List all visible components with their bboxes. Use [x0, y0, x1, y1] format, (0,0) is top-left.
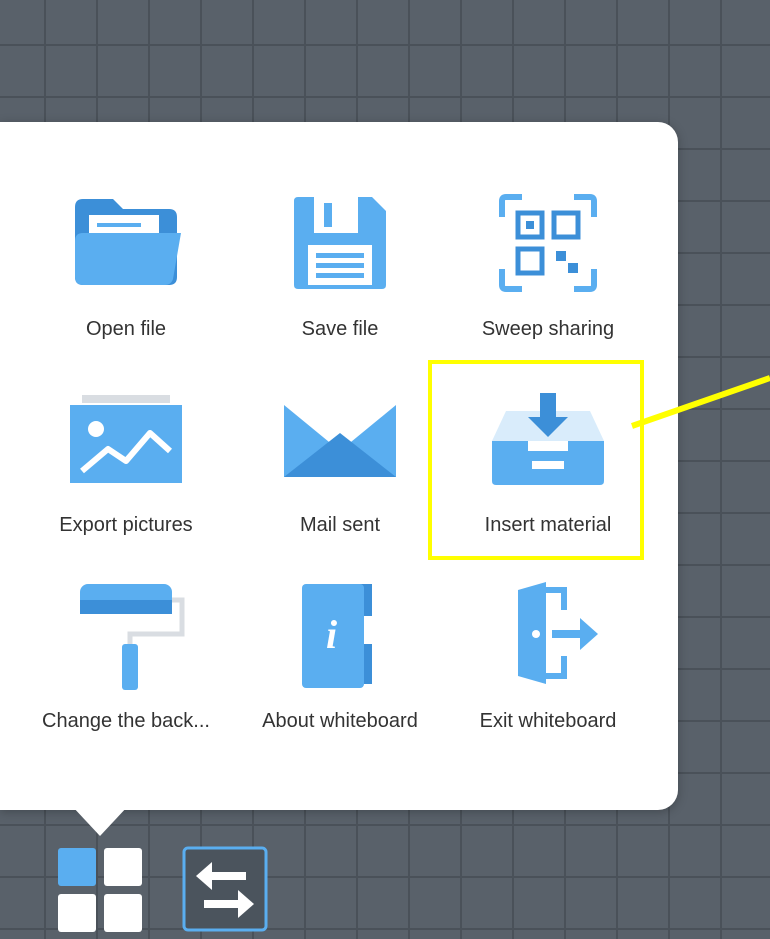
info-book-icon: i	[275, 570, 405, 700]
export-pictures-button[interactable]: Export pictures	[14, 370, 238, 560]
svg-text:i: i	[326, 612, 337, 657]
save-file-label: Save file	[301, 318, 379, 340]
mail-sent-label: Mail sent	[299, 514, 381, 536]
paint-roller-icon	[61, 570, 191, 700]
change-background-button[interactable]: Change the back...	[14, 566, 238, 756]
annotation-arrow-line	[631, 375, 770, 429]
exit-door-icon	[483, 570, 613, 700]
open-file-label: Open file	[85, 318, 167, 340]
highlight-box	[428, 360, 644, 560]
export-pictures-label: Export pictures	[59, 514, 193, 536]
open-file-button[interactable]: Open file	[14, 174, 238, 364]
menu-pointer	[72, 806, 128, 836]
folder-icon	[61, 178, 191, 308]
change-background-label: Change the back...	[42, 710, 210, 732]
sweep-sharing-label: Sweep sharing	[481, 318, 615, 340]
mail-sent-button[interactable]: Mail sent	[228, 370, 452, 560]
exit-whiteboard-button[interactable]: Exit whiteboard	[436, 566, 660, 756]
picture-icon	[61, 374, 191, 504]
floppy-disk-icon	[275, 178, 405, 308]
exit-whiteboard-label: Exit whiteboard	[479, 710, 617, 732]
menu-grid-button[interactable]	[56, 846, 144, 934]
about-whiteboard-label: About whiteboard	[262, 710, 418, 732]
about-whiteboard-button[interactable]: i About whiteboard	[228, 566, 452, 756]
qr-code-icon	[483, 178, 613, 308]
envelope-icon	[275, 374, 405, 504]
sweep-sharing-button[interactable]: Sweep sharing	[436, 174, 660, 364]
switch-button[interactable]	[182, 846, 268, 932]
save-file-button[interactable]: Save file	[228, 174, 452, 364]
swap-arrows-icon	[182, 846, 268, 932]
grid-menu-icon	[58, 848, 142, 932]
